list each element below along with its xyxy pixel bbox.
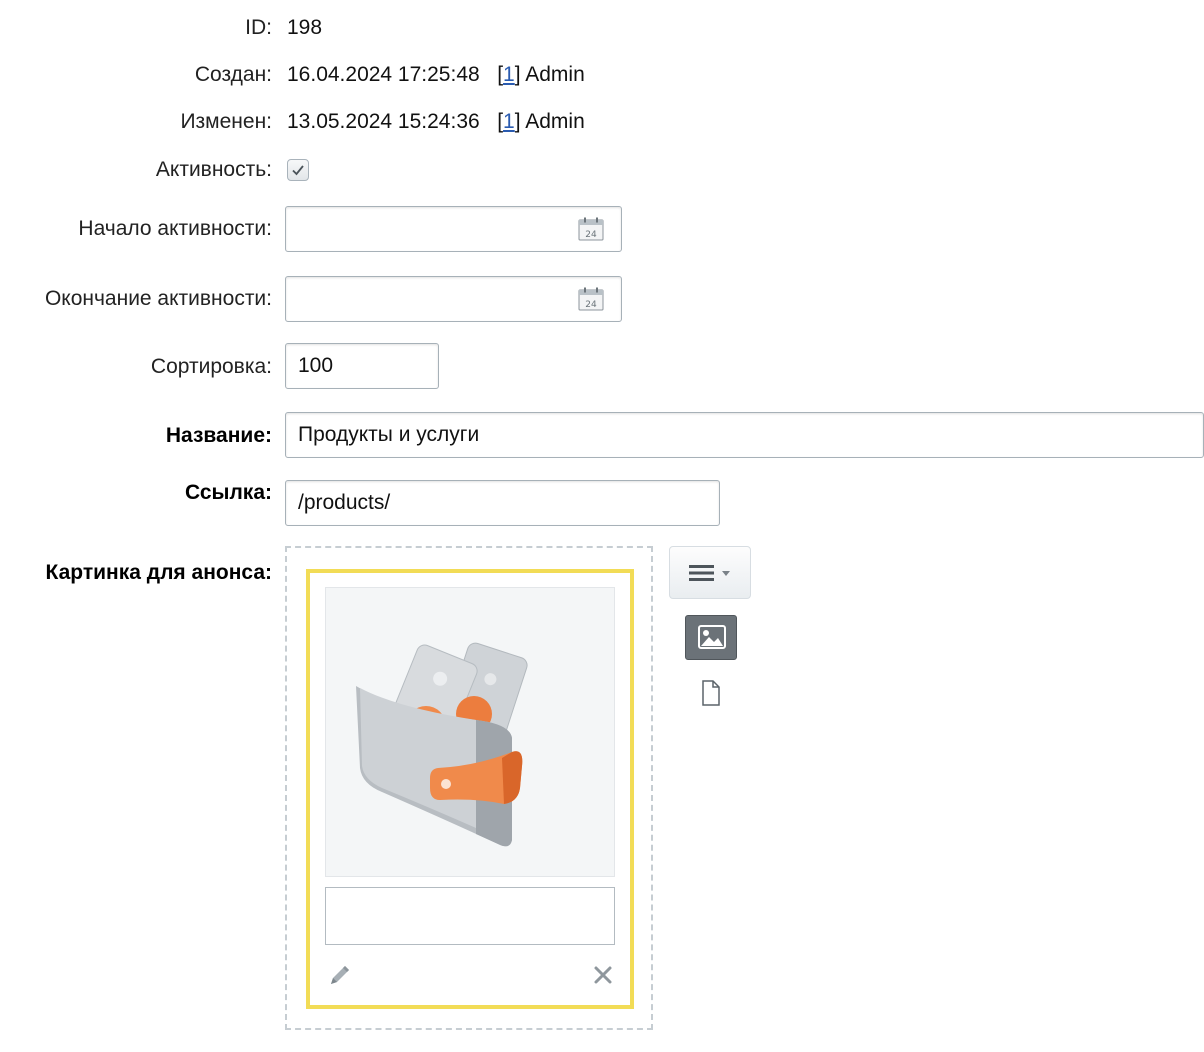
image-icon — [698, 625, 726, 649]
created-value: 16.04.2024 17:25:48 [1] Admin — [287, 63, 585, 86]
active-checkbox[interactable] — [287, 159, 309, 181]
file-icon[interactable] — [699, 679, 723, 707]
image-preview[interactable] — [325, 587, 615, 877]
name-input[interactable]: Продукты и услуги — [285, 412, 1204, 458]
calendar-icon[interactable]: 24 — [578, 287, 604, 311]
id-label: ID: — [245, 16, 272, 39]
checkmark-icon — [292, 165, 304, 176]
element-edit-form: ID: 198 Создан: 16.04.2024 17:25:48 [1] … — [0, 0, 1204, 1052]
calendar-icon[interactable]: 24 — [578, 217, 604, 241]
image-description-input[interactable] — [325, 887, 615, 945]
name-label: Название: — [165, 424, 272, 447]
active-from-label: Начало активности: — [78, 217, 272, 240]
menu-button[interactable] — [669, 546, 751, 599]
active-label: Активность: — [155, 158, 272, 181]
modified-datetime: 13.05.2024 15:24:36 — [287, 110, 480, 133]
modified-user-name: Admin — [525, 110, 585, 133]
svg-text:24: 24 — [585, 300, 597, 310]
preview-picture-label: Картинка для анонса: — [45, 561, 272, 584]
modified-user-link[interactable]: 1 — [503, 110, 515, 133]
sort-input[interactable]: 100 — [285, 343, 439, 389]
created-user-link[interactable]: 1 — [503, 63, 515, 86]
created-user-name: Admin — [525, 63, 585, 86]
created-datetime: 16.04.2024 17:25:48 — [287, 63, 480, 86]
menu-icon — [689, 565, 730, 581]
id-value: 198 — [287, 16, 323, 39]
close-icon[interactable] — [592, 964, 614, 986]
active-from-input[interactable] — [285, 206, 622, 252]
sort-label: Сортировка: — [150, 355, 272, 378]
svg-text:24: 24 — [585, 230, 597, 240]
image-mode-button[interactable] — [685, 615, 737, 660]
active-to-label: Окончание активности: — [44, 287, 272, 310]
link-input[interactable]: /products/ — [285, 480, 720, 526]
modified-value: 13.05.2024 15:24:36 [1] Admin — [287, 110, 585, 133]
active-to-input[interactable] — [285, 276, 622, 322]
modified-label: Изменен: — [180, 110, 272, 133]
created-label: Создан: — [194, 63, 272, 86]
pencil-icon[interactable] — [327, 962, 353, 988]
wallet-image — [356, 642, 528, 847]
link-label: Ссылка: — [184, 481, 272, 504]
